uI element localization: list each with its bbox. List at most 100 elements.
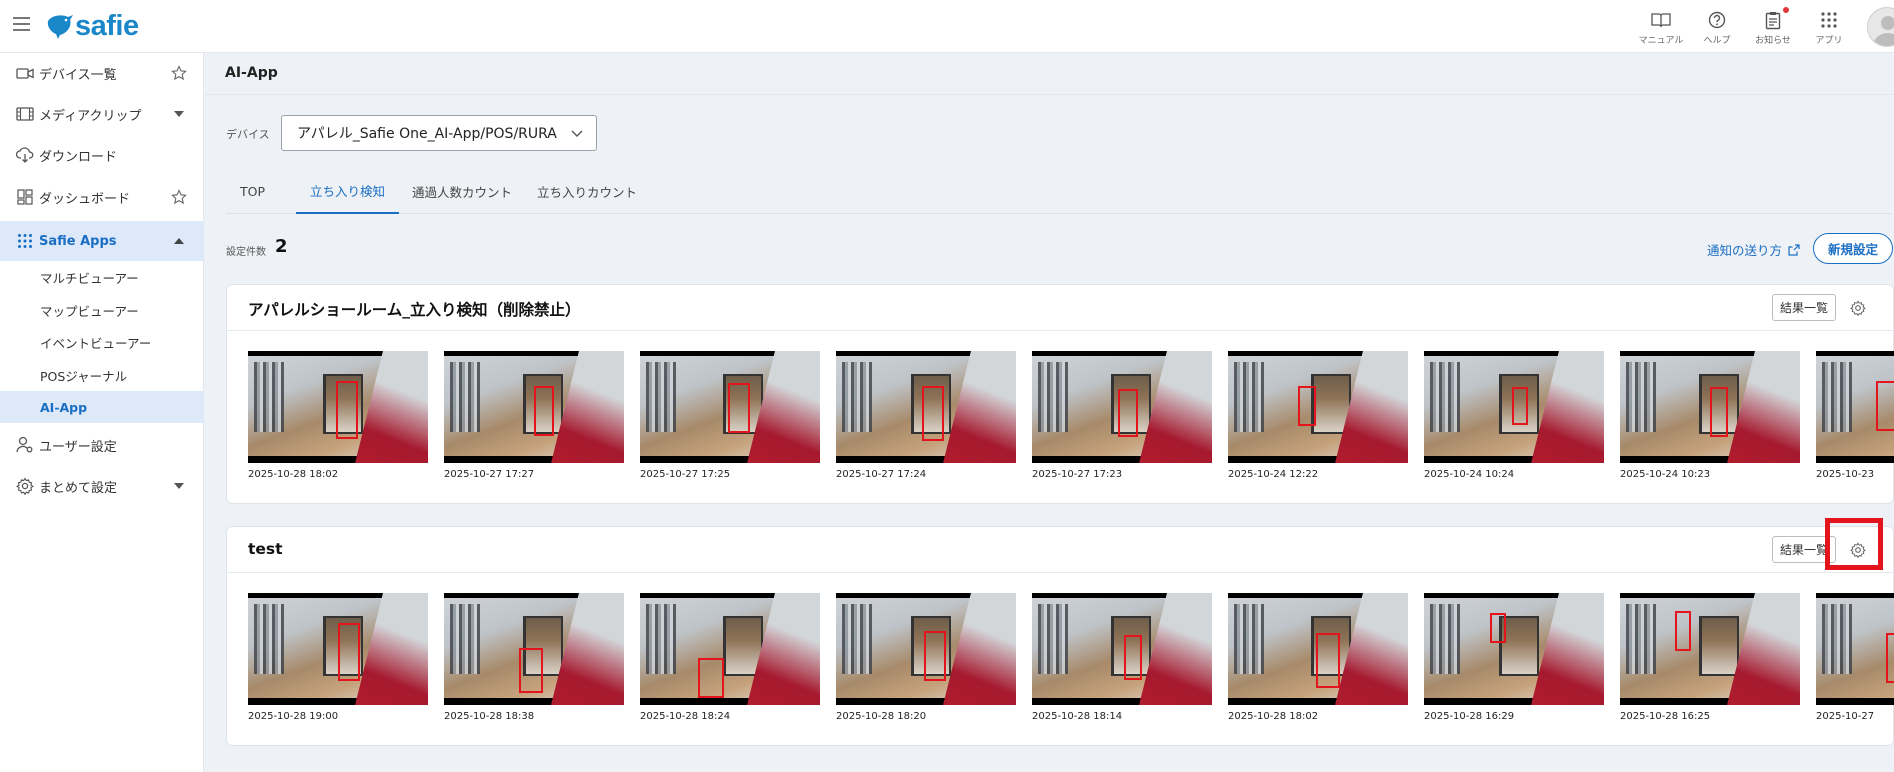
store-scene — [1032, 593, 1212, 705]
detection-box — [922, 386, 944, 441]
detection-box — [336, 381, 358, 439]
card-settings-gear-icon[interactable] — [1847, 539, 1869, 561]
hamburger-menu-icon[interactable] — [13, 17, 30, 31]
apps-button[interactable]: アプリ — [1801, 9, 1857, 46]
tab-top[interactable]: TOP — [226, 168, 279, 214]
sidebar-item-media-clip[interactable]: メディアクリップ — [0, 94, 204, 134]
sidebar-item-dashboard[interactable]: ダッシュボード — [0, 177, 204, 217]
thumbnail-image — [1620, 351, 1800, 463]
caret-up-icon[interactable] — [170, 232, 188, 250]
top-header: safie マニュアル ヘルプ お知らせ アプリ — [0, 0, 1894, 53]
camera-thumbnail[interactable]: 2025-10-28 16:25 — [1620, 593, 1800, 722]
clothing-rack — [1430, 362, 1460, 432]
sidebar-sub-map-viewer[interactable]: マップビューアー — [0, 294, 204, 326]
apps-dots-icon — [18, 234, 32, 248]
logo-text: safie — [75, 9, 139, 42]
clothing-rack — [646, 604, 676, 674]
clothing-rack — [1234, 362, 1264, 432]
store-scene — [1620, 593, 1800, 705]
detection-box — [1512, 387, 1528, 425]
thumbnail-strip: 2025-10-28 18:02 2025-10-27 17:27 2025-10-… — [248, 351, 1894, 481]
sidebar-item-safie-apps[interactable]: Safie Apps — [0, 221, 204, 261]
camera-thumbnail[interactable]: 2025-10-27 17:24 — [836, 351, 1016, 480]
tab-passing-count[interactable]: 通過人数カウント — [398, 168, 526, 214]
caret-down-icon[interactable] — [170, 477, 188, 495]
caret-down-icon[interactable] — [170, 105, 188, 123]
sidebar-item-user-settings[interactable]: ユーザー設定 — [0, 425, 204, 465]
help-label: ヘルプ — [1703, 36, 1731, 46]
apps-label: アプリ — [1815, 36, 1843, 46]
result-list-button[interactable]: 結果一覧 — [1772, 294, 1836, 321]
external-link-icon — [1788, 243, 1800, 256]
detection-box — [1876, 381, 1894, 431]
camera-thumbnail[interactable]: 2025-10-27 17:23 — [1032, 351, 1212, 480]
detection-box — [1886, 633, 1894, 683]
tab-bar: TOP 立ち入り検知 通過人数カウント 立ち入りカウント — [226, 168, 1892, 214]
thumbnail-image — [1620, 593, 1800, 705]
detection-box — [1118, 389, 1138, 437]
thumbnail-timestamp: 2025-10-28 18:38 — [444, 711, 535, 722]
camera-thumbnail[interactable]: 2025-10-28 18:02 — [248, 351, 428, 480]
camera-thumbnail[interactable]: 2025-10-24 10:24 — [1424, 351, 1604, 480]
clothing-rack — [450, 604, 480, 674]
camera-thumbnail[interactable]: 2025-10-28 18:24 — [640, 593, 820, 722]
new-setting-button[interactable]: 新規設定 — [1813, 233, 1893, 264]
device-label: デバイス — [226, 128, 270, 141]
store-scene — [1424, 593, 1604, 705]
notice-clipboard-icon — [1765, 11, 1781, 29]
sidebar-item-download[interactable]: ダウンロード — [0, 135, 204, 175]
camera-thumbnail[interactable]: 2025-10-28 16:29 — [1424, 593, 1604, 722]
sidebar-sub-pos-journal[interactable]: POSジャーナル — [0, 359, 204, 391]
clothing-rack — [1234, 604, 1264, 674]
star-icon[interactable] — [170, 64, 188, 82]
thumbnail-strip: 2025-10-28 19:00 2025-10-28 18:38 2025-10-… — [248, 593, 1894, 723]
thumbnail-timestamp: 2025-10-24 10:23 — [1620, 469, 1711, 480]
thumbnail-timestamp: 2025-10-27 17:25 — [640, 469, 731, 480]
manual-button[interactable]: マニュアル — [1633, 9, 1689, 46]
card-settings-gear-icon[interactable] — [1847, 297, 1869, 319]
result-list-button[interactable]: 結果一覧 — [1772, 536, 1836, 563]
camera-thumbnail[interactable]: 2025-10-28 18:20 — [836, 593, 1016, 722]
camera-thumbnail[interactable]: 2025-10-28 18:14 — [1032, 593, 1212, 722]
settings-count-value: 2 — [275, 236, 288, 257]
camera-thumbnail[interactable]: 2025-10-28 18:38 — [444, 593, 624, 722]
detection-box — [924, 631, 946, 681]
camera-thumbnail[interactable]: 2025-10-24 12:22 — [1228, 351, 1408, 480]
device-select[interactable]: アパレル_Safie One_AI-App/POS/RURA — [281, 115, 597, 151]
camera-thumbnail[interactable]: 2025-10-27 17:25 — [640, 351, 820, 480]
tab-entry-detection[interactable]: 立ち入り検知 — [296, 168, 400, 214]
page-title-bar: AI-App — [205, 53, 1894, 95]
help-button[interactable]: ヘルプ — [1689, 9, 1745, 46]
thumbnail-timestamp: 2025-10-28 18:02 — [248, 469, 339, 480]
sidebar-item-bulk-settings[interactable]: まとめて設定 — [0, 466, 204, 506]
sidebar-sub-ai-app[interactable]: AI-App — [0, 391, 204, 423]
camera-thumbnail[interactable]: 2025-10-27 17:27 — [444, 351, 624, 480]
sidebar-sub-event-viewer[interactable]: イベントビューアー — [0, 326, 204, 358]
user-avatar[interactable] — [1867, 7, 1894, 47]
camera-thumbnail[interactable]: 2025-10-23 — [1816, 351, 1894, 480]
page-title: AI-App — [225, 65, 278, 81]
camera-thumbnail[interactable]: 2025-10-28 18:02 — [1228, 593, 1408, 722]
notice-button[interactable]: お知らせ — [1745, 7, 1801, 46]
sidebar-item-device-list[interactable]: デバイス一覧 — [0, 53, 204, 93]
sidebar: デバイス一覧 メディアクリップ ダウンロード ダッシュボード Safie App… — [0, 53, 204, 772]
sidebar-sub-multi-viewer[interactable]: マルチビューアー — [0, 261, 204, 293]
star-icon[interactable] — [170, 188, 188, 206]
thumbnail-timestamp: 2025-10-28 18:14 — [1032, 711, 1123, 722]
dashboard-icon — [17, 189, 33, 205]
detection-box — [1710, 387, 1728, 437]
notification-method-link[interactable]: 通知の送り方 — [1707, 240, 1800, 259]
camera-thumbnail[interactable]: 2025-10-27 — [1816, 593, 1894, 722]
thumbnail-image — [1816, 593, 1894, 705]
thumbnail-timestamp: 2025-10-24 10:24 — [1424, 469, 1515, 480]
detection-box — [519, 648, 543, 693]
tab-entry-count[interactable]: 立ち入りカウント — [523, 168, 651, 214]
clothing-rack — [1626, 604, 1656, 674]
card-title: test — [248, 540, 283, 558]
camera-thumbnail[interactable]: 2025-10-24 10:23 — [1620, 351, 1800, 480]
camera-thumbnail[interactable]: 2025-10-28 19:00 — [248, 593, 428, 722]
safie-logo[interactable]: safie — [46, 10, 139, 42]
clothing-rack — [1038, 604, 1068, 674]
store-scene — [1816, 598, 1894, 698]
thumbnail-image — [444, 593, 624, 705]
